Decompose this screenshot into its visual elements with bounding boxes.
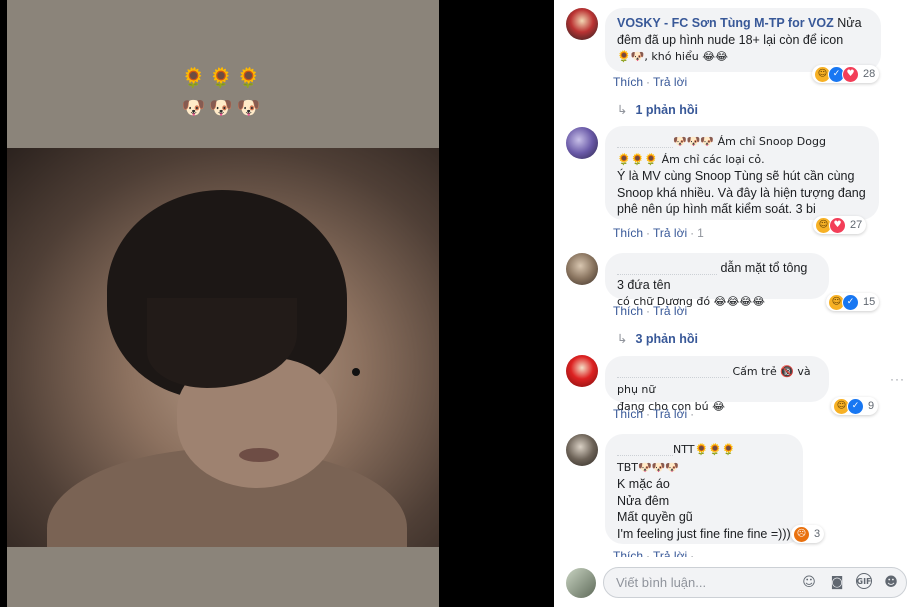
like-link[interactable]: Thích [613, 304, 643, 318]
comment-input[interactable]: Viết bình luận... ☺ ◙ GIF ☻ [603, 567, 907, 598]
reaction-count: 27 [850, 219, 863, 231]
comment-actions: Thích · Trả lời · [613, 407, 695, 421]
reply-link[interactable]: Trả lời [653, 75, 687, 89]
view-replies-link[interactable]: ↳ 3 phản hồi [617, 331, 698, 346]
comment-text: 🐶🐶🐶 Ám chỉ Snoop Dogg [673, 135, 826, 148]
reaction-count: 28 [863, 68, 876, 80]
reaction-summary[interactable]: ☺ ✓ 15 [826, 293, 880, 311]
like-link[interactable]: Thích [613, 75, 643, 89]
photo-viewer: 🌻🌻🌻 🐶🐶🐶 [0, 0, 554, 607]
comment-text-line3: Ý là MV cùng Snoop Tùng sẽ hút cần cùng … [617, 169, 866, 216]
comment-placeholder: Viết bình luận... [616, 575, 707, 590]
reply-arrow-icon: ↳ [617, 331, 628, 346]
comment-actions: Thích · Trả lời [613, 75, 688, 89]
reaction-count: 15 [863, 296, 876, 308]
avatar[interactable] [566, 434, 598, 466]
comment-author[interactable]: VOSKY - FC Sơn Tùng M-TP for VOZ [617, 16, 834, 30]
avatar[interactable] [566, 253, 598, 285]
comment-line: I'm feeling just fine fine fine =))) [617, 526, 791, 541]
comment-actions: Thích · Trả lời [613, 304, 688, 318]
comment-author-hidden[interactable] [617, 263, 717, 275]
reaction-count: 9 [868, 400, 875, 412]
like-link[interactable]: Thích [613, 226, 643, 240]
reaction-summary[interactable]: ☺ ♥ 27 [813, 216, 867, 234]
avatar[interactable] [566, 355, 598, 387]
comment-bubble: dẫn mặt tổ tông 3 đứa tên có chữ Dương đ… [605, 253, 829, 308]
user-avatar [566, 568, 596, 598]
comment-author-hidden[interactable] [617, 366, 729, 378]
heart-icon: ♥ [829, 216, 846, 234]
sunflower-emojis: 🌻🌻🌻 [181, 67, 265, 89]
comment-bubble: NTT🌻🌻🌻 TBT🐶🐶🐶 K mặc áo Nửa đêm Mất quyền… [605, 434, 803, 544]
like-icon: ✓ [842, 293, 859, 311]
edit-count: 1 [697, 226, 704, 240]
comment-bubble: 🐶🐶🐶 Ám chỉ Snoop Dogg 🌻🌻🌻 Ám chỉ các loạ… [605, 126, 879, 220]
reaction-count: 3 [814, 528, 821, 540]
gif-icon[interactable]: GIF [856, 573, 872, 589]
composer-icons: ☺ ◙ GIF ☻ [800, 573, 900, 591]
comment-line: TBT🐶🐶🐶 [617, 460, 680, 474]
comment-line: Nửa đêm [617, 493, 670, 508]
angry-icon: ☹ [793, 525, 810, 543]
comment-author-hidden[interactable] [617, 444, 673, 456]
camera-icon[interactable]: ◙ [828, 573, 846, 591]
comment-text: NTT🌻🌻🌻 [673, 443, 736, 456]
like-icon: ✓ [847, 397, 864, 415]
photo-caption-area: 🌻🌻🌻 🐶🐶🐶 [7, 0, 439, 148]
avatar[interactable] [566, 8, 598, 40]
comment-line: Mất quyền gũ [617, 510, 693, 524]
comment-text-line2: 🌻🐶, khó hiểu 😂😂 [617, 50, 728, 63]
sticker-icon[interactable]: ☻ [882, 573, 900, 591]
more-options-icon[interactable]: ··· [890, 372, 905, 386]
view-replies-link[interactable]: ↳ 1 phản hồi [617, 102, 698, 117]
reply-arrow-icon: ↳ [617, 102, 628, 117]
portrait-image [7, 148, 439, 547]
comment-actions: Thích · Trả lời · 1 [613, 226, 704, 240]
comment-author-hidden[interactable] [617, 136, 673, 148]
comment-bubble: VOSKY - FC Sơn Tùng M-TP for VOZ Nửa đêm… [605, 8, 881, 72]
heart-icon: ♥ [842, 65, 859, 83]
comment-text-line2: 🌻🌻🌻 Ám chỉ các loại cỏ. [617, 152, 765, 166]
reply-link[interactable]: Trả lời [653, 226, 687, 240]
reaction-summary[interactable]: ☺ ✓ ♥ 28 [812, 65, 880, 83]
dog-emojis: 🐶🐶🐶 [181, 97, 265, 119]
comment-composer: Viết bình luận... ☺ ◙ GIF ☻ [554, 557, 915, 607]
comment-bubble: Cấm trẻ 🔞 và phụ nữ đang cho con bú 😂 [605, 356, 829, 413]
emoji-icon[interactable]: ☺ [800, 573, 818, 591]
reaction-summary[interactable]: ☹ 3 [791, 525, 825, 543]
comments-panel: VOSKY - FC Sơn Tùng M-TP for VOZ Nửa đêm… [554, 0, 915, 607]
reply-link[interactable]: Trả lời [653, 304, 687, 318]
reaction-summary[interactable]: ☺ ✓ 9 [831, 397, 879, 415]
comment-line: K mặc áo [617, 477, 670, 491]
like-link[interactable]: Thích [613, 407, 643, 421]
post-photo[interactable]: 🌻🌻🌻 🐶🐶🐶 [7, 0, 439, 607]
reply-link[interactable]: Trả lời [653, 407, 687, 421]
avatar[interactable] [566, 127, 598, 159]
